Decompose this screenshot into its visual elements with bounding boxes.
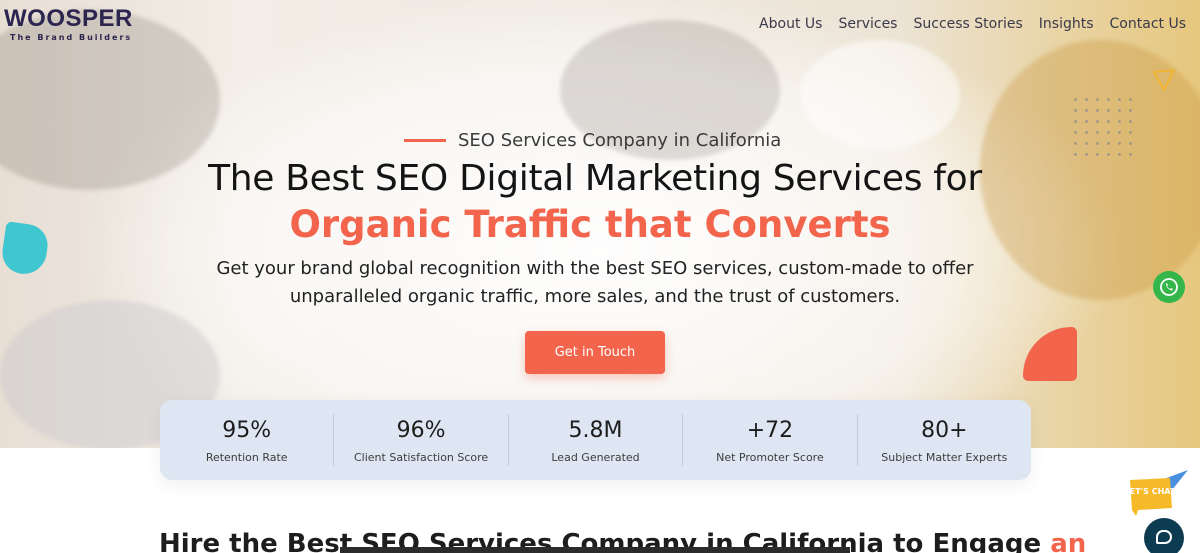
brand-logo[interactable]: WOOSPER The Brand Builders (4, 5, 133, 42)
stat-value: 5.8M (568, 417, 623, 443)
stat-value: 95% (222, 417, 272, 443)
hero-subtitle: Get your brand global recognition with t… (0, 255, 1190, 311)
nav-services[interactable]: Services (838, 16, 897, 32)
chat-bubble-glyph (1156, 530, 1172, 544)
hero-eyebrow: SEO Services Company in California (404, 130, 781, 151)
eyebrow-text: SEO Services Company in California (458, 130, 782, 151)
logo-tagline: The Brand Builders (10, 33, 133, 42)
stat-value: +72 (746, 417, 794, 443)
decorative-coral-shape (1023, 327, 1077, 381)
nav-insights[interactable]: Insights (1039, 16, 1094, 32)
stat-label: Lead Generated (551, 450, 640, 464)
stat-value: 80+ (921, 417, 968, 443)
stat-label: Subject Matter Experts (881, 450, 1008, 464)
get-in-touch-button[interactable]: Get in Touch (525, 331, 665, 374)
main-nav: About Us Services Success Stories Insigh… (759, 16, 1186, 32)
stat-label: Net Promoter Score (716, 450, 824, 464)
logo-wordmark: WOOSPER (4, 5, 133, 32)
nav-success-stories[interactable]: Success Stories (913, 16, 1022, 32)
hero-subtitle-line-1: Get your brand global recognition with t… (216, 258, 974, 279)
hero-subtitle-line-2: unparalleled organic traffic, more sales… (289, 286, 901, 307)
triangle-outline-icon (1153, 69, 1175, 91)
stat-subject-matter-experts: 80+ Subject Matter Experts (858, 414, 1031, 466)
stat-label: Client Satisfaction Score (354, 450, 489, 464)
stat-value: 96% (396, 417, 446, 443)
stat-net-promoter-score: +72 Net Promoter Score (683, 414, 858, 466)
overlay-toolbar (340, 547, 850, 553)
phone-icon (1160, 278, 1178, 296)
stats-bar: 95% Retention Rate 96% Client Satisfacti… (160, 400, 1031, 480)
page-title: The Best SEO Digital Marketing Services … (208, 158, 982, 199)
stat-client-satisfaction: 96% Client Satisfaction Score (334, 414, 509, 466)
section-heading-accent: an (1050, 529, 1087, 553)
lets-chat-text: LET'S CHAT (1126, 487, 1176, 496)
whatsapp-icon[interactable] (1153, 271, 1185, 303)
stat-label: Retention Rate (205, 450, 288, 464)
page-title-accent: Organic Traffic that Converts (289, 203, 891, 246)
stat-retention-rate: 95% Retention Rate (160, 414, 335, 466)
nav-about-us[interactable]: About Us (759, 16, 822, 32)
stat-lead-generated: 5.8M Lead Generated (509, 414, 684, 466)
chat-icon[interactable] (1144, 518, 1184, 553)
nav-contact-us[interactable]: Contact Us (1110, 16, 1186, 32)
dot-pattern (1070, 94, 1140, 164)
lets-chat-icon[interactable]: LET'S CHAT (1126, 470, 1190, 516)
background-photo-blur (800, 40, 960, 150)
eyebrow-accent-line (404, 139, 446, 142)
